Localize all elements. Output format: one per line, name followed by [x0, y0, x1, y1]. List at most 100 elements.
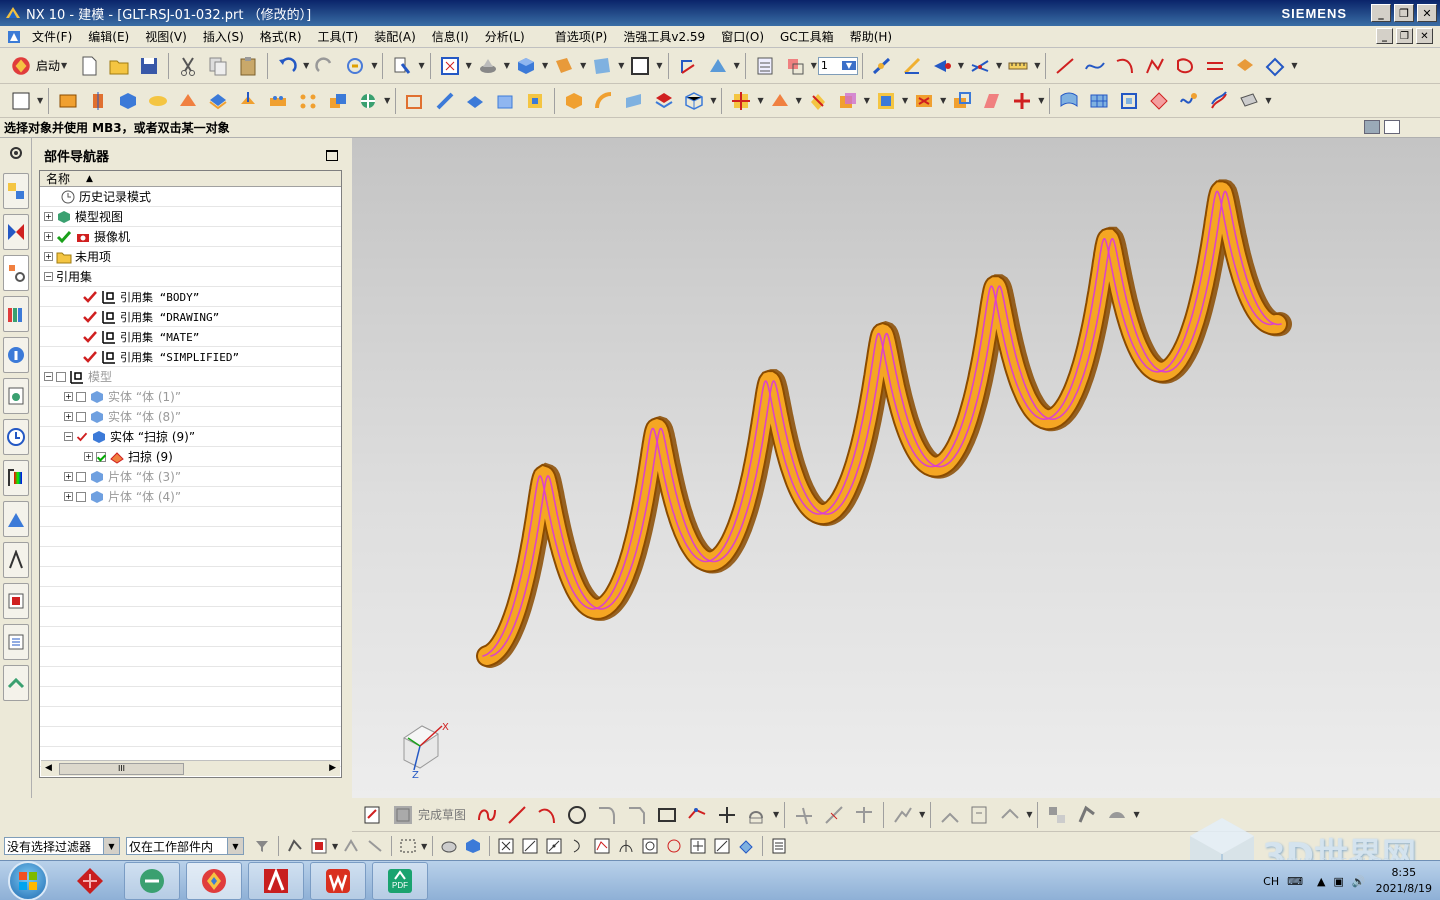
system-materials-icon[interactable] — [3, 460, 29, 496]
rectangle-icon[interactable] — [655, 803, 679, 827]
manufacturing-wizard-icon[interactable] — [3, 542, 29, 578]
scroll-thumb[interactable]: III — [59, 763, 184, 775]
snap-point-on-curve-icon[interactable] — [688, 836, 708, 856]
cone-icon[interactable] — [176, 89, 200, 113]
fit-view-icon[interactable] — [438, 54, 462, 78]
quick-trim-icon[interactable] — [792, 803, 816, 827]
sphere-icon[interactable] — [206, 89, 230, 113]
expand-icon[interactable]: + — [44, 212, 53, 221]
ruler-icon[interactable] — [1006, 54, 1030, 78]
extrude-icon[interactable] — [56, 89, 80, 113]
move-face-icon[interactable] — [1010, 89, 1034, 113]
point-icon[interactable] — [930, 54, 954, 78]
column-header-name[interactable]: 名称 ▲ — [40, 171, 341, 187]
minimize-button[interactable]: _ — [1371, 4, 1391, 22]
sketch-arc-icon[interactable] — [535, 803, 559, 827]
snap-intersection-icon[interactable] — [568, 836, 588, 856]
constraint-navigator-icon[interactable] — [3, 214, 29, 250]
visibility-checkbox[interactable] — [76, 411, 86, 422]
open-folder-icon[interactable] — [107, 54, 131, 78]
navigator-horizontal-scrollbar[interactable]: ◀ III ▶ — [41, 760, 340, 776]
taskbar-wps-icon[interactable] — [310, 861, 366, 900]
measure-angle-icon[interactable] — [900, 54, 924, 78]
snap-arc-center-icon[interactable] — [592, 836, 612, 856]
assembly-navigator-icon[interactable] — [3, 173, 29, 209]
menu-analysis[interactable]: 分析(L) — [477, 28, 533, 45]
selection-scope-select[interactable]: 仅在工作部件内 ▼ — [126, 837, 244, 855]
layer-box-icon[interactable] — [628, 54, 652, 78]
offset-region-icon[interactable] — [980, 89, 1004, 113]
sweep-icon[interactable] — [592, 89, 616, 113]
tree-row-unused-items[interactable]: + 未用项 — [40, 247, 341, 267]
chamfer-icon[interactable] — [523, 89, 547, 113]
move-layer-icon[interactable] — [783, 54, 807, 78]
start-button[interactable]: 启动 ▼ — [6, 54, 68, 78]
project-curve-icon[interactable] — [1233, 54, 1257, 78]
snap-quadrant-icon[interactable] — [616, 836, 636, 856]
arc-icon[interactable] — [1113, 54, 1137, 78]
close-button[interactable]: ✕ — [1417, 4, 1437, 22]
snap-midpoint-icon[interactable] — [520, 836, 540, 856]
selection-list-icon[interactable] — [769, 836, 789, 856]
system-scene-icon[interactable] — [3, 624, 29, 660]
hd3d-tools-icon[interactable] — [3, 337, 29, 373]
sketch-task-icon[interactable] — [361, 803, 385, 827]
resize-face-icon[interactable] — [950, 89, 974, 113]
auto-constrain-icon[interactable] — [998, 803, 1022, 827]
convert-reference-icon[interactable] — [1105, 803, 1129, 827]
shaded-cube-icon[interactable] — [514, 54, 538, 78]
through-mesh-icon[interactable] — [1087, 89, 1111, 113]
undo-icon[interactable] — [275, 54, 299, 78]
cut-icon[interactable] — [176, 54, 200, 78]
offset-sketch-icon[interactable] — [745, 803, 769, 827]
shell-icon[interactable] — [403, 89, 427, 113]
tree-row-model-views[interactable]: + 模型视图 — [40, 207, 341, 227]
through-curves-icon[interactable] — [1057, 89, 1081, 113]
view-orient-icon[interactable] — [476, 54, 500, 78]
doc-minimize-button[interactable]: _ — [1376, 28, 1393, 44]
collapse-icon[interactable]: − — [44, 272, 53, 281]
move-object-icon[interactable] — [729, 89, 753, 113]
expand-icon[interactable]: + — [64, 412, 73, 421]
tree-row-sweep-feature[interactable]: + 扫掠 (9) — [40, 447, 341, 467]
menu-info[interactable]: 信息(I) — [424, 28, 477, 45]
doc-restore-button[interactable]: ❐ — [1396, 28, 1413, 44]
select-color-icon[interactable] — [309, 836, 329, 856]
repeat-command-icon[interactable] — [343, 54, 367, 78]
solid-select-icon[interactable] — [463, 836, 483, 856]
tree-row-model[interactable]: − 模型 — [40, 367, 341, 387]
helical-spring-model[interactable]: X Z — [352, 138, 1440, 798]
palettes-icon[interactable] — [3, 665, 29, 701]
menu-file[interactable]: 文件(F) — [24, 28, 80, 45]
wcs-icon[interactable] — [676, 54, 700, 78]
sketch-icon[interactable] — [9, 89, 33, 113]
expand-icon[interactable]: + — [64, 492, 73, 501]
clock[interactable]: 8:35 2021/8/19 — [1376, 865, 1432, 897]
expand-icon[interactable]: + — [84, 452, 93, 461]
tree-row-history-mode[interactable]: 历史记录模式 — [40, 187, 341, 207]
boss-icon[interactable] — [266, 89, 290, 113]
snap-control-icon[interactable] — [544, 836, 564, 856]
block-icon[interactable] — [116, 89, 140, 113]
taskbar-browser-icon[interactable] — [124, 861, 180, 900]
menu-assembly[interactable]: 装配(A) — [366, 28, 424, 45]
datum-plane-icon[interactable] — [968, 54, 992, 78]
subtract-icon[interactable] — [356, 89, 380, 113]
menu-edit[interactable]: 编辑(E) — [80, 28, 137, 45]
tree-row-solid-sweep-9[interactable]: − 实体 “扫掠 (9)” — [40, 427, 341, 447]
snap-icon[interactable] — [706, 54, 730, 78]
web-browser-icon[interactable] — [3, 378, 29, 414]
profile-icon[interactable] — [475, 803, 499, 827]
menu-insert[interactable]: 插入(S) — [195, 28, 252, 45]
taskbar-pdf-icon[interactable]: PDF — [372, 861, 428, 900]
sew-icon[interactable] — [1177, 89, 1201, 113]
tree-row-reference-sets[interactable]: − 引用集 — [40, 267, 341, 287]
fillet-icon[interactable] — [595, 803, 619, 827]
pattern-icon[interactable] — [296, 89, 320, 113]
tree-row-solid-body-8[interactable]: + 实体 “体 (8)” — [40, 407, 341, 427]
tree-row-sheet-body-4[interactable]: + 片体 “体 (4)” — [40, 487, 341, 507]
expand-icon[interactable]: + — [64, 392, 73, 401]
scroll-right-icon[interactable]: ▶ — [329, 763, 336, 773]
restore-button[interactable]: ❐ — [1394, 4, 1414, 22]
network-icon[interactable]: ▣ — [1333, 875, 1343, 888]
